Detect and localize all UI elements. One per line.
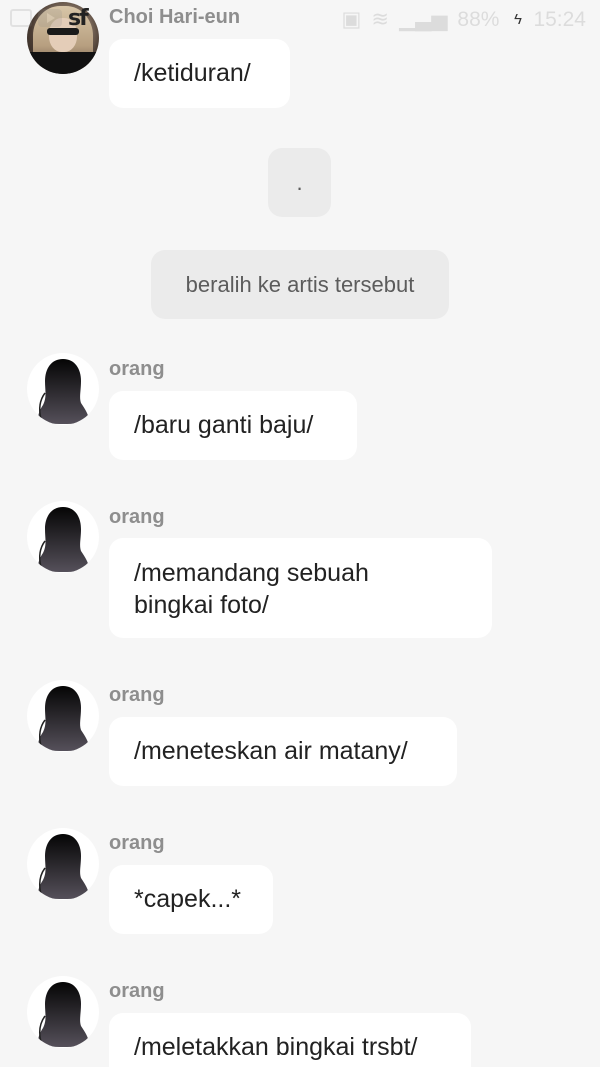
avatar[interactable] xyxy=(27,501,99,573)
silhouette-icon xyxy=(38,507,89,572)
system-message: beralih ke artis tersebut xyxy=(151,250,449,319)
avatar[interactable] xyxy=(27,353,99,425)
charging-icon: ϟ xyxy=(514,11,522,28)
sf-app-icon: sf xyxy=(68,6,89,31)
clock: 15:24 xyxy=(533,7,586,31)
sender-name: orang xyxy=(109,358,165,380)
avatar[interactable] xyxy=(27,828,99,900)
message-line: /memandang sebuah xyxy=(134,559,369,587)
silhouette-icon xyxy=(38,982,89,1047)
avatar[interactable] xyxy=(27,2,99,74)
sender-name: orang xyxy=(109,684,165,706)
sim-icon: ▣ xyxy=(341,8,362,31)
message-bubble[interactable]: *capek...* xyxy=(109,865,273,934)
system-indicators: ▣ ≋ ▁▃▅ 88% 15:24 xyxy=(342,7,587,32)
signal-icon: ▁▃▅ xyxy=(398,8,448,31)
silhouette-icon xyxy=(38,686,89,751)
message-bubble[interactable]: /baru ganti baju/ xyxy=(109,391,357,460)
message-bubble[interactable]: /meletakkan bingkai trsbt/ xyxy=(109,1013,471,1067)
system-message: . xyxy=(268,148,331,217)
sender-name: orang xyxy=(109,832,165,854)
sender-name: orang xyxy=(109,506,165,528)
battery-level: 88% xyxy=(457,7,500,31)
wifi-icon: ≋ xyxy=(371,8,389,31)
message-bubble[interactable]: /memandang sebuah bingkai foto/ xyxy=(109,538,492,638)
message-line: bingkai foto/ xyxy=(134,591,269,619)
sender-name: orang xyxy=(109,980,165,1002)
sender-name: Choi Hari-eun xyxy=(109,6,241,28)
message-bubble[interactable]: /ketiduran/ xyxy=(109,39,290,108)
avatar[interactable] xyxy=(27,680,99,752)
silhouette-icon xyxy=(38,834,89,899)
avatar[interactable] xyxy=(27,976,99,1048)
message-bubble[interactable]: /meneteskan air matany/ xyxy=(109,717,457,786)
silhouette-icon xyxy=(38,359,89,424)
